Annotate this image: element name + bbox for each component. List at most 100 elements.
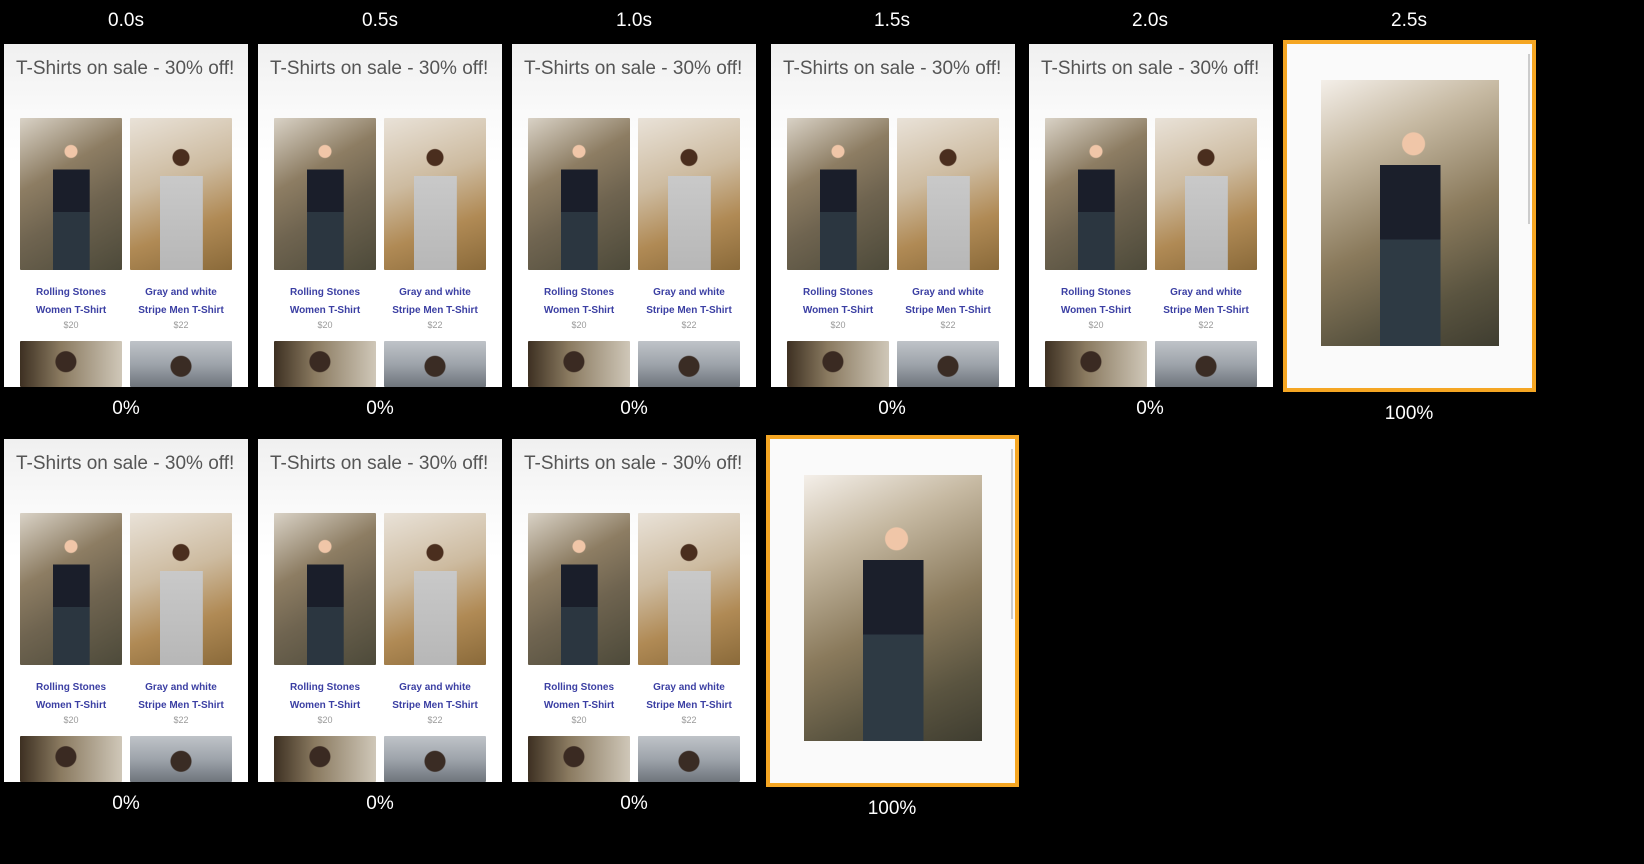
page-preview: T-Shirts on sale - 30% off! Rolling Ston… [258,44,502,387]
timestamp-1-5s: 1.5s [874,10,910,31]
product-image-man [384,736,486,782]
product-image-woman [274,341,376,387]
product-price: $22 [940,320,956,330]
product-price: $22 [681,715,697,725]
product-price: $22 [427,320,443,330]
product-image-man [384,341,486,387]
product-image-woman [1045,118,1147,270]
visual-progress: 0% [366,793,394,814]
scrollbar[interactable] [1528,54,1530,224]
product-name: Stripe Men T-Shirt [1163,305,1249,316]
product-name: Stripe Men T-Shirt [392,700,478,711]
product-image-man [130,118,232,270]
product-image-man [130,341,232,387]
product-name: Gray and white [145,682,217,693]
product-image-woman [528,118,630,270]
product-name: Stripe Men T-Shirt [392,305,478,316]
product-image-woman [1045,341,1147,387]
page-title: T-Shirts on sale - 30% off! [270,58,489,79]
product-name: Stripe Men T-Shirt [646,700,732,711]
visual-progress: 0% [620,398,648,419]
product-image-zoomed [1321,80,1499,346]
product-image-woman [274,736,376,782]
timestamp-0-0s: 0.0s [108,10,144,31]
page-preview: T-Shirts on sale - 30% off! Rolling Ston… [771,44,1015,387]
product-image-man [1155,341,1257,387]
filmstrip-frame[interactable]: T-Shirts on sale - 30% off! Rolling Ston… [1029,44,1273,387]
page-title: T-Shirts on sale - 30% off! [524,58,743,79]
product-image-man [638,513,740,665]
page-preview: T-Shirts on sale - 30% off! Rolling Ston… [512,44,756,387]
page-preview: T-Shirts on sale - 30% off! Rolling Ston… [4,439,248,782]
product-name: Stripe Men T-Shirt [905,305,991,316]
product-price: $22 [173,320,189,330]
product-image-woman [20,118,122,270]
product-name: Stripe Men T-Shirt [138,305,224,316]
filmstrip-frame[interactable]: T-Shirts on sale - 30% off! Rolling Ston… [258,439,502,782]
visual-progress: 0% [1136,398,1164,419]
product-name: Gray and white [399,287,471,298]
visual-progress: 0% [366,398,394,419]
product-name: Stripe Men T-Shirt [646,305,732,316]
product-image-woman [20,736,122,782]
filmstrip-frame[interactable]: T-Shirts on sale - 30% off! Rolling Ston… [512,44,756,387]
product-name: Gray and white [912,287,984,298]
filmstrip-frame-complete[interactable] [1283,40,1536,392]
product-image-man [638,736,740,782]
product-image-man [384,513,486,665]
filmstrip-frame[interactable]: T-Shirts on sale - 30% off! Rolling Ston… [258,44,502,387]
product-name: Gray and white [1170,287,1242,298]
visual-progress: 0% [878,398,906,419]
product-name: Gray and white [145,287,217,298]
filmstrip-frame-complete[interactable] [766,435,1019,787]
product-image-woman [274,513,376,665]
product-image-man [384,118,486,270]
page-preview-zoomed [1287,44,1532,388]
timestamp-0-5s: 0.5s [362,10,398,31]
visual-progress: 0% [620,793,648,814]
product-image-woman [20,513,122,665]
visual-progress: 100% [1384,403,1434,424]
product-image-woman [528,513,630,665]
visual-progress: 0% [112,398,140,419]
scrollbar[interactable] [1011,449,1013,619]
product-image-woman [528,736,630,782]
product-image-man [1155,118,1257,270]
product-image-man [638,341,740,387]
filmstrip-frame[interactable]: T-Shirts on sale - 30% off! Rolling Ston… [771,44,1015,387]
product-image-woman [274,118,376,270]
product-name: Gray and white [653,287,725,298]
product-image-man [897,118,999,270]
product-image-man [638,118,740,270]
product-price: $22 [681,320,697,330]
product-image-man [130,736,232,782]
page-title: T-Shirts on sale - 30% off! [16,453,235,474]
page-title: T-Shirts on sale - 30% off! [524,453,743,474]
product-image-woman [787,341,889,387]
page-preview: T-Shirts on sale - 30% off! Rolling Ston… [1029,44,1273,387]
filmstrip-frame[interactable]: T-Shirts on sale - 30% off! Rolling Ston… [512,439,756,782]
product-name: Gray and white [653,682,725,693]
timestamp-1-0s: 1.0s [616,10,652,31]
page-title: T-Shirts on sale - 30% off! [1041,58,1260,79]
timestamp-2-0s: 2.0s [1132,10,1168,31]
timestamp-2-5s: 2.5s [1391,10,1427,31]
product-name: Gray and white [399,682,471,693]
visual-progress: 0% [112,793,140,814]
page-title: T-Shirts on sale - 30% off! [783,58,1002,79]
product-name: Stripe Men T-Shirt [138,700,224,711]
visual-progress: 100% [867,798,917,819]
product-image-woman [787,118,889,270]
product-price: $22 [427,715,443,725]
page-preview: T-Shirts on sale - 30% off! Rolling Ston… [4,44,248,387]
filmstrip-frame[interactable]: T-Shirts on sale - 30% off! Rolling Ston… [4,439,248,782]
page-preview: T-Shirts on sale - 30% off! Rolling Ston… [258,439,502,782]
product-image-woman [528,341,630,387]
product-image-man [130,513,232,665]
page-title: T-Shirts on sale - 30% off! [270,453,489,474]
filmstrip-frame[interactable]: T-Shirts on sale - 30% off! Rolling Ston… [4,44,248,387]
product-price: $22 [173,715,189,725]
page-preview: T-Shirts on sale - 30% off! Rolling Ston… [512,439,756,782]
product-image-woman [20,341,122,387]
product-image-man [897,341,999,387]
